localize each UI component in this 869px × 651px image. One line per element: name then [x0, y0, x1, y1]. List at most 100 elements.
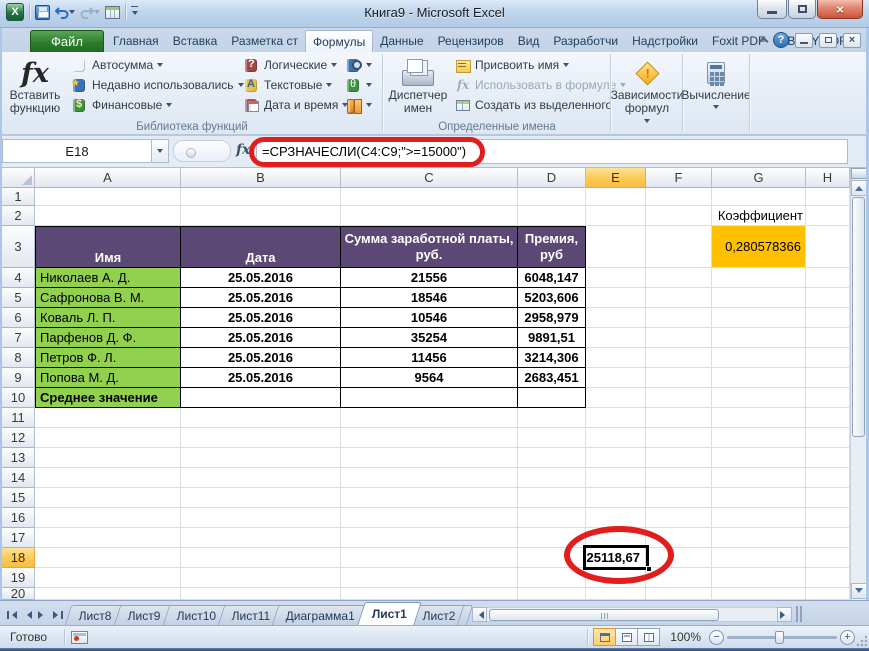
cell-a17[interactable]: [35, 528, 181, 548]
cell-h1[interactable]: [806, 188, 850, 206]
horizontal-scrollbar[interactable]: [472, 607, 792, 622]
view-normal-button[interactable]: [593, 628, 616, 646]
horizontal-scroll-track[interactable]: [487, 607, 777, 622]
cell-c3[interactable]: Сумма заработной платы, руб.: [341, 226, 518, 268]
cell-c9[interactable]: 9564: [341, 368, 518, 388]
cell-f19[interactable]: [646, 568, 712, 588]
cell-a7[interactable]: Парфенов Д. Ф.: [35, 328, 181, 348]
cell-h11[interactable]: [806, 408, 850, 428]
cell-e6[interactable]: [586, 308, 646, 328]
row-header-20[interactable]: 20: [2, 588, 35, 600]
file-tab[interactable]: Файл: [30, 30, 104, 52]
cell-g19[interactable]: [712, 568, 806, 588]
cell-h3[interactable]: [806, 226, 850, 268]
scroll-down-button[interactable]: [851, 583, 867, 599]
ribbon-tab-review[interactable]: Рецензиров: [431, 30, 511, 52]
cell-f3[interactable]: [646, 226, 712, 268]
cell-e3[interactable]: [586, 226, 646, 268]
cell-c19[interactable]: [341, 568, 518, 588]
cell-a5[interactable]: Сафронова В. М.: [35, 288, 181, 308]
cell-d13[interactable]: [518, 448, 586, 468]
cell-g20[interactable]: [712, 588, 806, 600]
cell-f17[interactable]: [646, 528, 712, 548]
row-header-4[interactable]: 4: [2, 268, 35, 288]
cell-c13[interactable]: [341, 448, 518, 468]
macro-record-icon[interactable]: [71, 631, 88, 644]
cell-a10[interactable]: Среднее значение: [35, 388, 181, 408]
cell-d1[interactable]: [518, 188, 586, 206]
formula-bar-handle[interactable]: [173, 140, 231, 162]
ribbon-tab-page-layout[interactable]: Разметка ст: [224, 30, 305, 52]
cell-f2[interactable]: [646, 206, 712, 226]
vertical-scroll-thumb[interactable]: [852, 197, 865, 437]
cell-f14[interactable]: [646, 468, 712, 488]
horizontal-scroll-thumb[interactable]: [489, 609, 719, 621]
cell-a2[interactable]: [35, 206, 181, 226]
cell-f16[interactable]: [646, 508, 712, 528]
column-header-a[interactable]: A: [35, 168, 181, 188]
row-header-1[interactable]: 1: [2, 188, 35, 206]
formula-input[interactable]: =СРЗНАЧЕСЛИ(C4:C9;">=15000"): [256, 139, 848, 164]
cell-g8[interactable]: [712, 348, 806, 368]
ribbon-tab-add-ins[interactable]: Надстройки: [625, 30, 705, 52]
zoom-track[interactable]: [727, 636, 837, 639]
ribbon-button-autosum[interactable]: Автосумма: [68, 55, 247, 75]
name-box-dropdown[interactable]: [152, 139, 169, 163]
insert-function-fx-icon[interactable]: fx: [236, 142, 250, 158]
cell-h14[interactable]: [806, 468, 850, 488]
cell-e18[interactable]: 25118,67: [586, 548, 646, 568]
cell-b11[interactable]: [181, 408, 341, 428]
row-header-6[interactable]: 6: [2, 308, 35, 328]
cell-c15[interactable]: [341, 488, 518, 508]
column-header-c[interactable]: C: [341, 168, 518, 188]
insert-function-button[interactable]: fx Вставить функцию: [4, 54, 66, 116]
cell-a11[interactable]: [35, 408, 181, 428]
cell-b12[interactable]: [181, 428, 341, 448]
cell-h7[interactable]: [806, 328, 850, 348]
ribbon-button-define-name[interactable]: Присвоить имя: [452, 55, 629, 75]
cell-e20[interactable]: [586, 588, 646, 600]
cell-d5[interactable]: 5203,606: [518, 288, 586, 308]
cell-d2[interactable]: [518, 206, 586, 226]
cell-d19[interactable]: [518, 568, 586, 588]
formula-auditing-button[interactable]: Зависимости формул: [612, 54, 682, 126]
select-all-corner[interactable]: [2, 168, 35, 188]
ribbon-button-more-functions[interactable]: [342, 95, 375, 115]
row-header-7[interactable]: 7: [2, 328, 35, 348]
ribbon-tab-data[interactable]: Данные: [373, 30, 430, 52]
cell-h18[interactable]: [806, 548, 850, 568]
cell-h20[interactable]: [806, 588, 850, 600]
cell-a15[interactable]: [35, 488, 181, 508]
cell-c2[interactable]: [341, 206, 518, 226]
zoom-level[interactable]: 100%: [670, 630, 701, 644]
row-header-10[interactable]: 10: [2, 388, 35, 408]
split-handle[interactable]: [851, 168, 867, 179]
cell-b19[interactable]: [181, 568, 341, 588]
cell-h12[interactable]: [806, 428, 850, 448]
cell-h2[interactable]: [806, 206, 850, 226]
help-icon[interactable]: [773, 32, 789, 48]
cell-e17[interactable]: [586, 528, 646, 548]
calculation-button[interactable]: Вычисление: [684, 54, 748, 112]
cell-c12[interactable]: [341, 428, 518, 448]
row-header-17[interactable]: 17: [2, 528, 35, 548]
column-header-d[interactable]: D: [518, 168, 586, 188]
row-header-15[interactable]: 15: [2, 488, 35, 508]
workbook-restore-button[interactable]: [819, 33, 837, 48]
sheet-tab-chart1[interactable]: Диаграмма1: [272, 605, 370, 625]
undo-button[interactable]: [55, 5, 75, 19]
cell-e16[interactable]: [586, 508, 646, 528]
cell-a3[interactable]: Имя: [35, 226, 181, 268]
cell-f20[interactable]: [646, 588, 712, 600]
cell-f9[interactable]: [646, 368, 712, 388]
cell-h8[interactable]: [806, 348, 850, 368]
cell-e1[interactable]: [586, 188, 646, 206]
cell-c7[interactable]: 35254: [341, 328, 518, 348]
row-header-16[interactable]: 16: [2, 508, 35, 528]
cell-e19[interactable]: [586, 568, 646, 588]
cell-b17[interactable]: [181, 528, 341, 548]
cell-e14[interactable]: [586, 468, 646, 488]
workbook-close-button[interactable]: ×: [843, 33, 861, 48]
cell-d16[interactable]: [518, 508, 586, 528]
cell-a6[interactable]: Коваль Л. П.: [35, 308, 181, 328]
